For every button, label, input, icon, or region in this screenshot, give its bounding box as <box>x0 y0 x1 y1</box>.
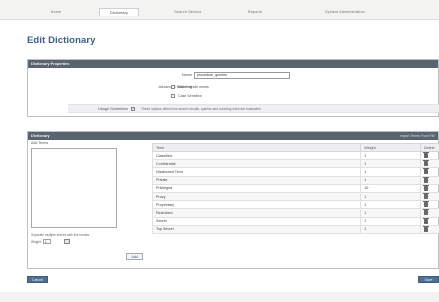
trash-icon[interactable] <box>423 225 429 232</box>
weight-cell: 1 <box>360 191 421 202</box>
trash-icon[interactable] <box>423 160 429 167</box>
table-row: Disallowed Term 1 <box>151 167 439 177</box>
weight-cell: 1 <box>360 200 421 210</box>
term-cell: Proxy <box>151 191 362 202</box>
weight-cell: 1 <box>360 216 421 226</box>
name-input[interactable]: procedure_queries <box>194 72 290 79</box>
cancel-button[interactable]: Cancel <box>27 276 48 283</box>
terms-table: Term Weight Delete Classified 1 Confident… <box>151 143 439 234</box>
properties-header-label: Dictionary Properties <box>31 62 70 66</box>
terms-table-header-row: Term Weight Delete <box>151 143 439 152</box>
page-title: Edit Dictionary <box>27 35 96 46</box>
properties-panel-header: Dictionary Properties <box>28 60 438 68</box>
usage-guidelines-row: Usage Guidelines ? These options affect … <box>68 104 439 113</box>
term-cell: Proprietary <box>151 200 362 210</box>
weight-cell: 1 <box>360 224 421 234</box>
term-cell: Privileged <box>151 183 362 193</box>
table-row: Proxy 1 <box>151 191 439 202</box>
tab-system-administration[interactable]: System Administration <box>315 8 375 16</box>
help-icon[interactable]: ? <box>131 107 135 111</box>
add-terms-textarea[interactable] <box>31 148 117 228</box>
term-cell: Private <box>151 175 362 185</box>
trash-icon[interactable] <box>423 152 429 159</box>
tab-reports[interactable]: Reports <box>243 8 267 16</box>
table-row: Top Secret 1 <box>151 224 439 234</box>
page-bottom-edge <box>0 292 439 302</box>
term-column-header[interactable]: Term <box>151 143 362 152</box>
weight-cell: 1 <box>360 150 421 161</box>
table-row: Classified 1 <box>151 150 439 161</box>
add-terms-button[interactable]: Add <box>126 253 143 260</box>
add-terms-instructions: Separate multiple entries with line brea… <box>31 233 90 237</box>
weight-select[interactable]: 1 <box>43 239 51 244</box>
table-row: Secret 1 <box>151 216 439 226</box>
trash-icon[interactable] <box>423 193 429 200</box>
tab-home[interactable]: Home <box>43 8 69 16</box>
terms-panel-header: Dictionary Import Terms From File <box>28 132 438 140</box>
table-row: Private 1 <box>151 175 439 185</box>
tab-dictionary[interactable]: Dictionary <box>99 8 139 16</box>
term-cell: Disallowed Term <box>151 167 362 177</box>
table-row: Proprietary 1 <box>151 200 439 210</box>
term-cell: Restricted <box>151 208 362 218</box>
case-sensitive-label: Case Sensitive <box>178 94 202 98</box>
weight-cell: 1 <box>360 159 421 169</box>
trash-icon[interactable] <box>423 184 429 191</box>
add-terms-label: Add Terms <box>31 141 49 145</box>
weight-label: Weight <box>31 240 41 244</box>
dictionary-properties-panel: Dictionary Properties Name procedure_que… <box>27 59 439 117</box>
term-cell: Classified <box>151 150 362 161</box>
table-row: Confidential 1 <box>151 159 439 169</box>
dictionary-terms-panel: Dictionary Import Terms From File Add Te… <box>27 131 439 269</box>
advanced-matching-label: Advanced Matching <box>158 85 192 89</box>
save-button[interactable]: Save <box>418 276 439 283</box>
term-cell: Confidential <box>151 159 362 169</box>
match-whole-words-checkbox[interactable] <box>171 85 175 89</box>
terms-header-label: Dictionary <box>31 134 50 138</box>
trash-icon[interactable] <box>423 168 429 175</box>
weight-cell: 1 <box>360 175 421 185</box>
weight-cell: 10 <box>360 183 421 193</box>
tab-search-service[interactable]: Search Service <box>168 8 208 16</box>
trash-icon[interactable] <box>423 217 429 224</box>
name-label: Name <box>181 73 192 77</box>
weight-cell: 1 <box>360 167 421 177</box>
term-cell: Secret <box>151 216 362 226</box>
top-navigation: Home Dictionary Search Service Reports S… <box>0 0 439 20</box>
case-sensitive-checkbox[interactable] <box>171 94 175 98</box>
table-row: Privileged 10 <box>151 183 439 193</box>
delete-column-header: Delete <box>420 143 439 152</box>
usage-guidelines-text: These options affect how search results,… <box>141 107 262 111</box>
table-row: Restricted 1 <box>151 208 439 218</box>
term-cell: Top Secret <box>151 224 362 234</box>
import-terms-link[interactable]: Import Terms From File <box>400 132 435 140</box>
trash-icon[interactable] <box>423 209 429 216</box>
match-whole-words-label: Match whole words <box>178 85 209 89</box>
weight-cell: 1 <box>360 208 421 218</box>
trash-icon[interactable] <box>423 176 429 183</box>
trash-icon[interactable] <box>423 201 429 208</box>
weight-column-header[interactable]: Weight <box>360 143 421 152</box>
weight-stepper-button[interactable] <box>64 239 70 244</box>
usage-guidelines-label: Usage Guidelines <box>98 107 128 111</box>
